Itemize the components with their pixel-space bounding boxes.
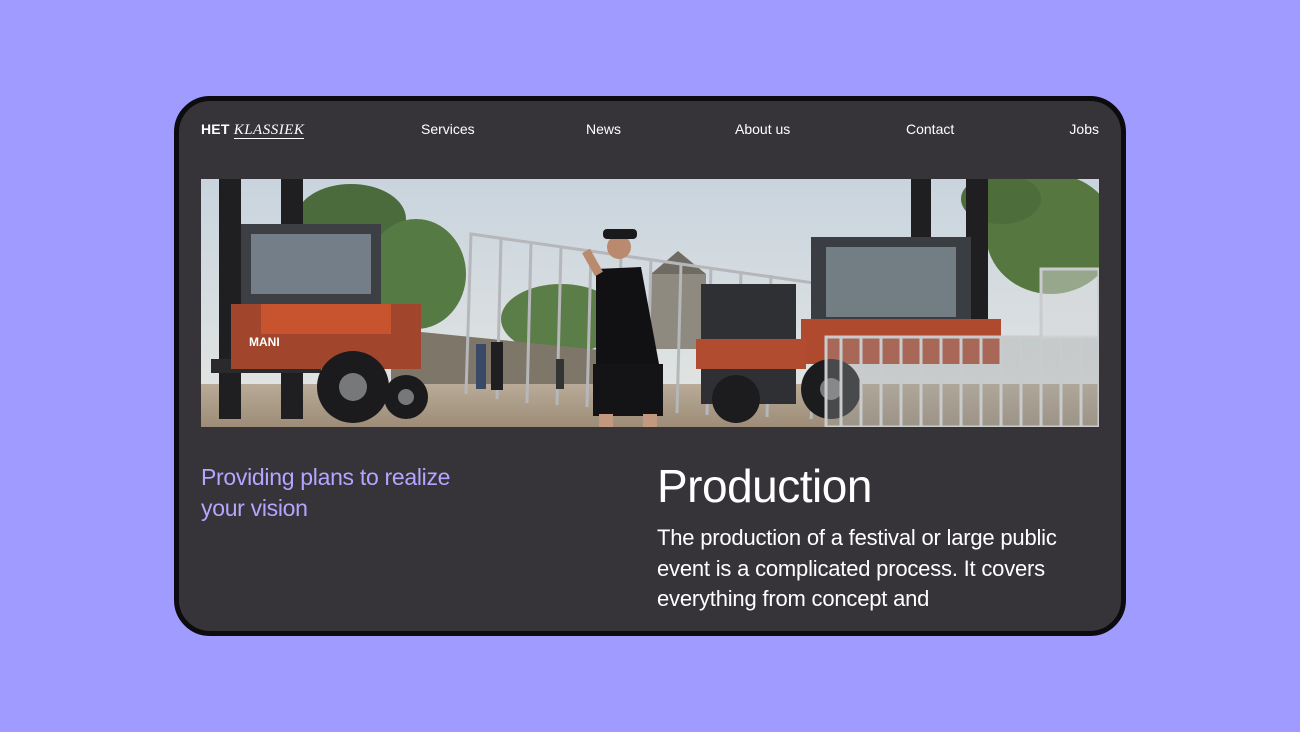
logo-klassiek: KLASSIEK <box>233 122 305 139</box>
nav-link-services[interactable]: Services <box>421 121 475 137</box>
forklift-brand-label: MANI <box>249 335 280 349</box>
hero-image: MANI <box>201 179 1099 427</box>
section-title: Production <box>657 460 872 512</box>
hero-photo-illustration: MANI <box>201 179 1099 427</box>
section-body-text: The production of a festival or large pu… <box>657 525 1057 611</box>
top-navigation: HET KLASSIEK Services News About us Cont… <box>179 101 1121 159</box>
nav-link-jobs[interactable]: Jobs <box>1069 121 1099 137</box>
nav-link-about-us[interactable]: About us <box>735 121 790 137</box>
browser-frame: HET KLASSIEK Services News About us Cont… <box>174 96 1126 636</box>
nav-link-contact[interactable]: Contact <box>906 121 954 137</box>
tagline: Providing plans to realize your vision <box>201 464 451 521</box>
site-logo[interactable]: HET KLASSIEK <box>201 121 305 139</box>
nav-link-news[interactable]: News <box>586 121 621 137</box>
logo-het: HET <box>201 121 230 137</box>
